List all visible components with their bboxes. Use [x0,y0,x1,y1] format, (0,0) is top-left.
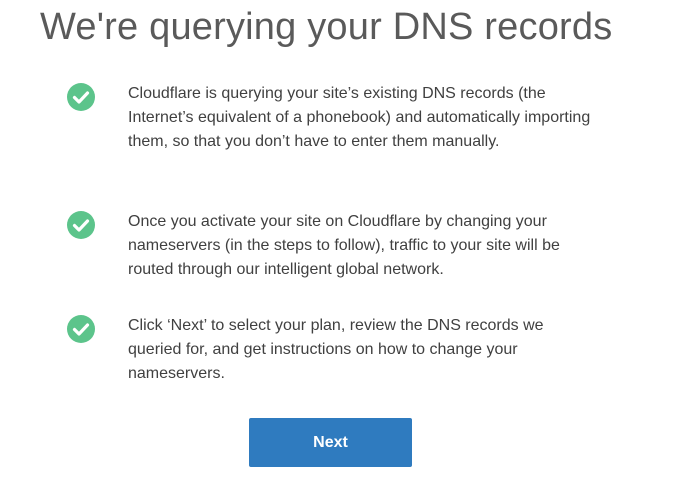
check-circle-icon [66,314,96,344]
step-description: Once you activate your site on Cloudflar… [128,213,560,278]
step-description: Cloudflare is querying your site’s exist… [128,85,591,150]
steps-list: Cloudflare is querying your site’s exist… [0,0,686,481]
step-description: Click ‘Next’ to select your plan, review… [128,317,544,382]
check-circle-icon [66,82,96,112]
check-circle-icon [66,210,96,240]
next-button[interactable]: Next [249,418,412,467]
